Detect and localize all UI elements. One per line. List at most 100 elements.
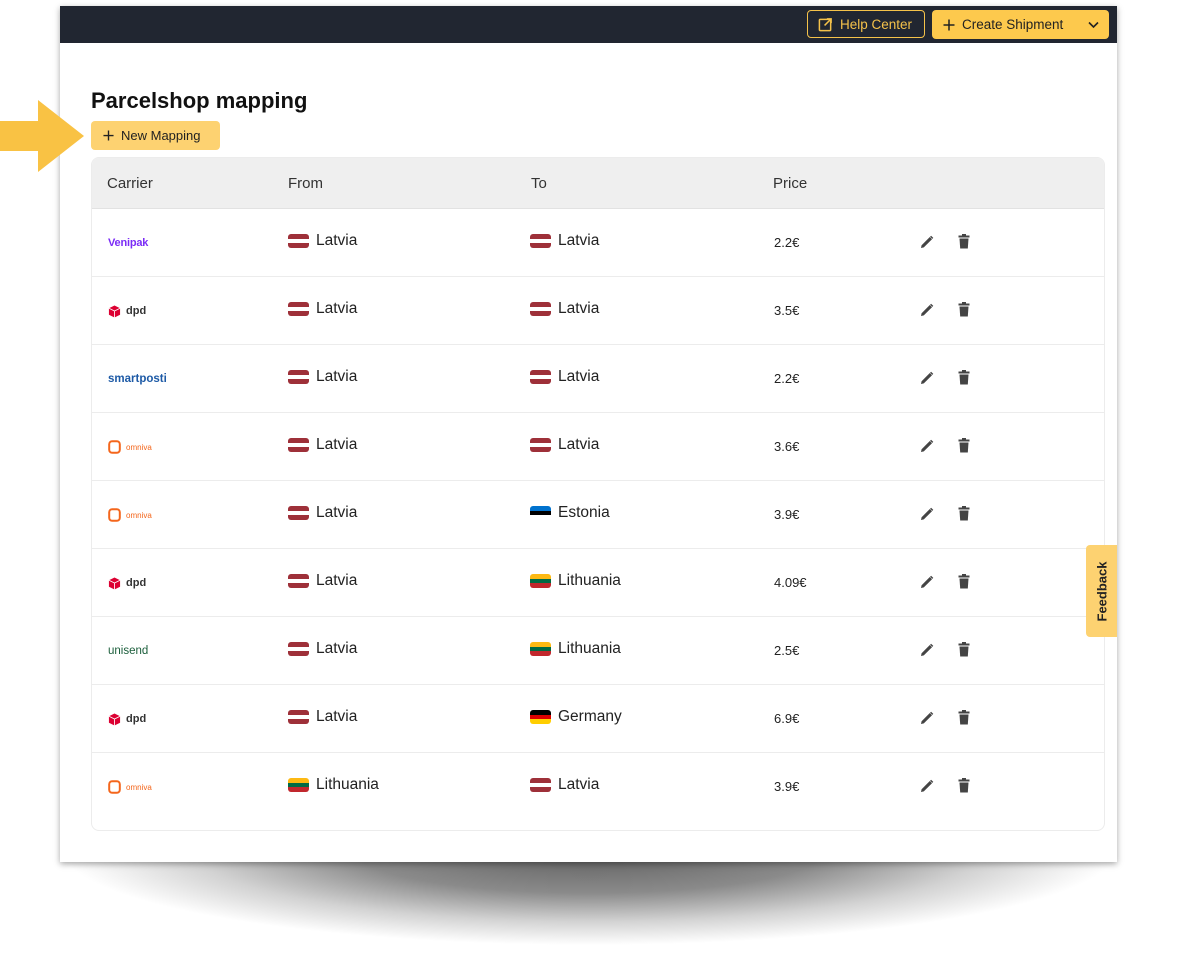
trash-icon[interactable]: [958, 642, 970, 662]
flag-icon: [288, 438, 309, 452]
chevron-down-icon[interactable]: [1088, 21, 1099, 29]
price-value: 3.5€: [774, 303, 799, 318]
dpd-cube-icon: [108, 713, 121, 726]
trash-icon[interactable]: [958, 234, 970, 254]
to-country: Germany: [558, 708, 622, 726]
to-cell: Latvia: [530, 368, 599, 386]
to-country: Estonia: [558, 504, 610, 522]
pencil-icon[interactable]: [920, 235, 934, 254]
table-row: omniva Latvia Estonia 3.9€: [92, 481, 1104, 549]
to-cell: Latvia: [530, 300, 599, 318]
arrow-right-icon: [0, 96, 90, 176]
from-cell: Latvia: [288, 232, 357, 250]
carrier-cell: dpd: [108, 301, 146, 321]
table-row: dpd Latvia Latvia 3.5€: [92, 277, 1104, 345]
to-cell: Lithuania: [530, 572, 621, 590]
column-header-carrier: Carrier: [107, 175, 153, 192]
flag-icon: [530, 778, 551, 792]
flag-icon: [288, 302, 309, 316]
table-row: dpd Latvia Germany 6.9€: [92, 685, 1104, 753]
pencil-icon[interactable]: [920, 303, 934, 322]
flag-icon: [288, 710, 309, 724]
create-shipment-button[interactable]: Create Shipment: [932, 10, 1109, 39]
column-header-price: Price: [773, 175, 807, 192]
trash-icon[interactable]: [958, 370, 970, 390]
from-country: Latvia: [316, 368, 357, 386]
to-country: Latvia: [558, 776, 599, 794]
carrier-logo: dpd: [126, 305, 146, 317]
trash-icon[interactable]: [958, 438, 970, 458]
new-mapping-label: New Mapping: [121, 128, 201, 143]
carrier-logo: smartposti: [108, 373, 167, 385]
trash-icon[interactable]: [958, 302, 970, 322]
omniva-logo-icon: [108, 508, 121, 522]
column-header-to: To: [531, 175, 547, 192]
table-row: omnivaLithuaniaLatvia3.9€: [92, 753, 1104, 821]
to-cell: Latvia: [530, 232, 599, 250]
page-title: Parcelshop mapping: [91, 88, 307, 114]
table-header: Carrier From To Price: [92, 158, 1104, 209]
flag-icon: [530, 574, 551, 588]
from-country: Latvia: [316, 572, 357, 590]
table-row: unisendLatviaLithuania2.5€: [92, 617, 1104, 685]
trash-icon[interactable]: [958, 506, 970, 526]
pencil-icon[interactable]: [920, 439, 934, 458]
dpd-cube-icon: [108, 577, 121, 590]
carrier-cell: omniva: [108, 505, 152, 525]
plus-icon: [103, 130, 114, 141]
pencil-icon[interactable]: [920, 779, 934, 798]
create-shipment-label: Create Shipment: [962, 17, 1063, 32]
feedback-tab[interactable]: Feedback: [1086, 545, 1117, 637]
trash-icon[interactable]: [958, 778, 970, 798]
to-cell: Latvia: [530, 436, 599, 454]
price-value: 3.9€: [774, 779, 799, 794]
carrier-cell: omniva: [108, 777, 152, 797]
from-cell: Latvia: [288, 572, 357, 590]
pencil-icon[interactable]: [920, 575, 934, 594]
carrier-cell: dpd: [108, 573, 146, 593]
to-country: Latvia: [558, 232, 599, 250]
from-country: Latvia: [316, 640, 357, 658]
carrier-logo: Venipak: [108, 237, 148, 249]
price-value: 3.9€: [774, 507, 799, 522]
carrier-cell: dpd: [108, 709, 146, 729]
from-country: Latvia: [316, 300, 357, 318]
pencil-icon[interactable]: [920, 371, 934, 390]
price-value: 6.9€: [774, 711, 799, 726]
flag-icon: [530, 438, 551, 452]
omniva-logo-icon: [108, 780, 121, 794]
pencil-icon[interactable]: [920, 643, 934, 662]
to-cell: Latvia: [530, 776, 599, 794]
to-cell: Estonia: [530, 504, 610, 522]
from-country: Latvia: [316, 232, 357, 250]
new-mapping-button[interactable]: New Mapping: [91, 121, 220, 150]
pencil-icon[interactable]: [920, 507, 934, 526]
from-cell: Latvia: [288, 708, 357, 726]
flag-icon: [530, 370, 551, 384]
carrier-logo: dpd: [126, 713, 146, 725]
to-country: Lithuania: [558, 640, 621, 658]
top-navigation-bar: Help Center Create Shipment: [60, 6, 1117, 43]
column-header-from: From: [288, 175, 323, 192]
to-cell: Germany: [530, 708, 622, 726]
trash-icon[interactable]: [958, 574, 970, 594]
carrier-logo: omniva: [126, 443, 152, 452]
from-cell: Latvia: [288, 300, 357, 318]
flag-icon: [288, 642, 309, 656]
carrier-logo: omniva: [126, 511, 152, 520]
help-center-button[interactable]: Help Center: [807, 10, 925, 38]
flag-icon: [288, 574, 309, 588]
to-country: Latvia: [558, 300, 599, 318]
price-value: 4.09€: [774, 575, 807, 590]
pencil-icon[interactable]: [920, 711, 934, 730]
screenshot-stage: Help Center Create Shipment Parcelshop m…: [0, 0, 1177, 954]
dpd-cube-icon: [108, 305, 121, 318]
carrier-cell: omniva: [108, 437, 152, 457]
carrier-logo: dpd: [126, 577, 146, 589]
flag-icon: [288, 234, 309, 248]
from-country: Latvia: [316, 504, 357, 522]
help-center-label: Help Center: [840, 17, 912, 32]
from-cell: Latvia: [288, 368, 357, 386]
app-window: Help Center Create Shipment Parcelshop m…: [60, 6, 1117, 862]
trash-icon[interactable]: [958, 710, 970, 730]
